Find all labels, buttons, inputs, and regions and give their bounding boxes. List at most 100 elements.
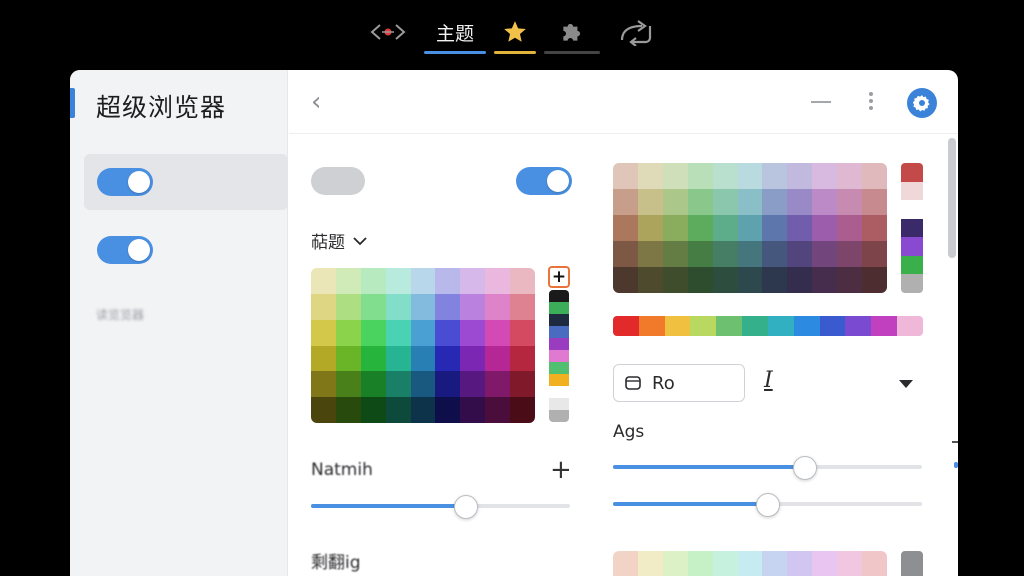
add-color-button[interactable]: + — [548, 266, 570, 288]
swatch[interactable] — [549, 338, 569, 350]
settings-button[interactable] — [907, 88, 937, 118]
tab-code-arrows[interactable] — [356, 10, 420, 54]
color-cell[interactable] — [687, 215, 713, 241]
color-cell[interactable] — [435, 397, 461, 423]
color-cell[interactable] — [662, 189, 688, 215]
color-cell[interactable] — [435, 345, 461, 372]
vertical-scrollbar[interactable] — [948, 138, 956, 258]
slider-thumb[interactable] — [792, 456, 817, 480]
color-cell[interactable] — [385, 371, 411, 398]
color-cell[interactable] — [460, 293, 486, 320]
sidebar-blurred-label[interactable]: 读览览器 — [96, 306, 144, 323]
color-cell[interactable] — [787, 215, 813, 241]
swatch[interactable] — [819, 316, 846, 336]
color-cell[interactable] — [812, 267, 838, 293]
color-cell[interactable] — [335, 371, 361, 398]
color-cell[interactable] — [385, 268, 411, 294]
color-cell[interactable] — [613, 215, 638, 241]
color-cell[interactable] — [862, 267, 887, 293]
color-cell[interactable] — [662, 267, 688, 293]
color-cell[interactable] — [460, 319, 486, 346]
swatch[interactable] — [845, 316, 872, 336]
swatch[interactable] — [549, 314, 569, 326]
color-cell[interactable] — [662, 551, 688, 576]
color-cell[interactable] — [410, 319, 436, 346]
color-cell[interactable] — [410, 268, 436, 294]
swatch[interactable] — [549, 326, 569, 338]
color-cell[interactable] — [737, 163, 763, 189]
color-cell[interactable] — [762, 215, 788, 241]
opacity-slider[interactable] — [311, 495, 570, 519]
color-cell[interactable] — [613, 241, 638, 267]
swatch[interactable] — [549, 362, 569, 374]
color-cell[interactable] — [712, 163, 738, 189]
swatch[interactable] — [690, 316, 717, 336]
color-cell[interactable] — [510, 397, 535, 423]
color-cell[interactable] — [410, 293, 436, 320]
color-cell[interactable] — [737, 215, 763, 241]
color-cell[interactable] — [637, 241, 663, 267]
color-cell[interactable] — [812, 189, 838, 215]
color-cell[interactable] — [712, 189, 738, 215]
color-cell[interactable] — [812, 163, 838, 189]
minimize-button[interactable] — [811, 101, 831, 103]
color-cell[interactable] — [510, 371, 535, 398]
color-cell[interactable] — [737, 267, 763, 293]
back-button[interactable]: ‹ — [311, 88, 321, 116]
color-cell[interactable] — [335, 268, 361, 294]
color-cell[interactable] — [687, 241, 713, 267]
swatch[interactable] — [767, 316, 794, 336]
color-cell[interactable] — [787, 241, 813, 267]
slider-thumb[interactable] — [755, 493, 780, 517]
color-cell[interactable] — [435, 268, 461, 294]
color-cell[interactable] — [613, 551, 638, 576]
swatch[interactable] — [549, 410, 569, 422]
more-options-button[interactable] — [869, 92, 873, 113]
color-cell[interactable] — [460, 268, 486, 294]
swatch[interactable] — [742, 316, 768, 336]
spacing-slider[interactable] — [613, 493, 922, 517]
color-cell[interactable] — [687, 163, 713, 189]
tab-theme[interactable]: 主题 — [420, 10, 490, 54]
swatch[interactable] — [901, 218, 923, 238]
swatch[interactable] — [549, 350, 569, 362]
swatch[interactable] — [901, 200, 923, 219]
color-cell[interactable] — [485, 345, 511, 372]
color-cell[interactable] — [787, 163, 813, 189]
color-cell[interactable] — [862, 189, 887, 215]
color-cell[interactable] — [335, 319, 361, 346]
color-cell[interactable] — [335, 345, 361, 372]
color-cell[interactable] — [687, 551, 713, 576]
color-cell[interactable] — [712, 215, 738, 241]
add-button[interactable]: + — [550, 457, 572, 483]
color-cell[interactable] — [510, 319, 535, 346]
swatch[interactable] — [549, 398, 569, 410]
color-cell[interactable] — [837, 241, 863, 267]
color-cell[interactable] — [360, 268, 386, 294]
color-cell[interactable] — [637, 267, 663, 293]
color-cell[interactable] — [837, 267, 863, 293]
color-cell[interactable] — [637, 163, 663, 189]
color-cell[interactable] — [485, 319, 511, 346]
color-cell[interactable] — [712, 551, 738, 576]
swatch[interactable] — [901, 255, 923, 275]
color-cell[interactable] — [485, 371, 511, 398]
color-cell[interactable] — [862, 551, 887, 576]
color-cell[interactable] — [410, 345, 436, 372]
swatch[interactable] — [901, 274, 923, 293]
swatch[interactable] — [897, 316, 923, 336]
color-cell[interactable] — [485, 293, 511, 320]
sidebar-item-1[interactable] — [84, 154, 288, 210]
color-cell[interactable] — [385, 319, 411, 346]
color-cell[interactable] — [311, 319, 336, 346]
color-cell[interactable] — [637, 189, 663, 215]
color-cell[interactable] — [410, 371, 436, 398]
tab-share[interactable] — [604, 10, 668, 54]
hue-column[interactable] — [901, 163, 923, 293]
color-cell[interactable] — [613, 163, 638, 189]
sidebar-toggle-2[interactable] — [97, 236, 153, 264]
tab-star[interactable] — [490, 10, 540, 54]
color-cell[interactable] — [311, 371, 336, 398]
swatch[interactable] — [549, 386, 569, 398]
color-cell[interactable] — [637, 215, 663, 241]
